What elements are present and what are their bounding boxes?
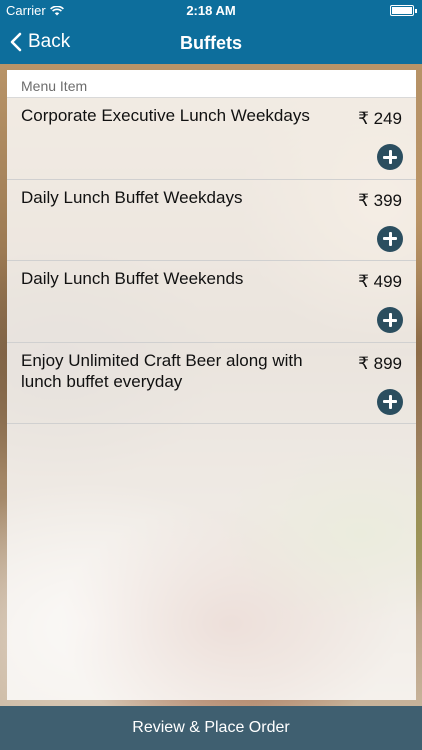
item-name: Enjoy Unlimited Craft Beer along with lu…: [21, 350, 303, 391]
page-title: Buffets: [180, 33, 242, 53]
item-name: Corporate Executive Lunch Weekdays: [21, 106, 310, 125]
section-header: Menu Item: [7, 70, 416, 98]
list-item[interactable]: Daily Lunch Buffet Weekdays ₹ 399: [7, 180, 416, 261]
add-item-button[interactable]: [377, 388, 403, 415]
battery-icon: [390, 5, 417, 16]
list-item[interactable]: Enjoy Unlimited Craft Beer along with lu…: [7, 343, 416, 424]
add-item-button[interactable]: [377, 307, 403, 333]
add-item-button[interactable]: [377, 225, 403, 252]
item-name: Daily Lunch Buffet Weekends: [21, 269, 244, 288]
list-item[interactable]: Corporate Executive Lunch Weekdays ₹ 249: [7, 98, 416, 180]
add-item-button[interactable]: [377, 144, 403, 170]
item-price: ₹ 499: [358, 272, 402, 291]
status-bar: Carrier 2:18 AM: [0, 0, 422, 20]
menu-list: Menu Item Corporate Executive Lunch Week…: [7, 70, 416, 700]
status-time: 2:18 AM: [186, 3, 236, 18]
item-price: ₹ 899: [358, 353, 402, 373]
order-button-label: Review & Place Order: [132, 719, 290, 736]
item-name: Daily Lunch Buffet Weekdays: [21, 187, 243, 207]
navigation-bar: Back Buffets: [0, 20, 422, 64]
item-price: ₹ 249: [358, 109, 402, 128]
item-price: ₹ 399: [358, 190, 402, 210]
list-item[interactable]: Daily Lunch Buffet Weekends ₹ 499: [7, 261, 416, 343]
review-place-order-button[interactable]: Review & Place Order: [0, 706, 422, 750]
